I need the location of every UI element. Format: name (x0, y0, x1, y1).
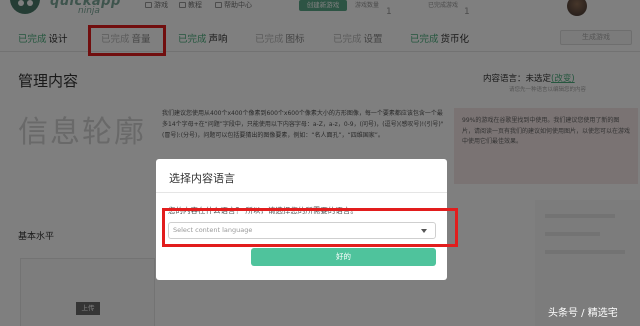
dialog-title: 选择内容语言 (169, 172, 235, 185)
watermark: 头条号 / 精选宅 (548, 308, 618, 319)
ok-button[interactable]: 好的 (251, 248, 436, 266)
select-highlight-box (162, 208, 458, 247)
dialog-divider (156, 192, 447, 193)
